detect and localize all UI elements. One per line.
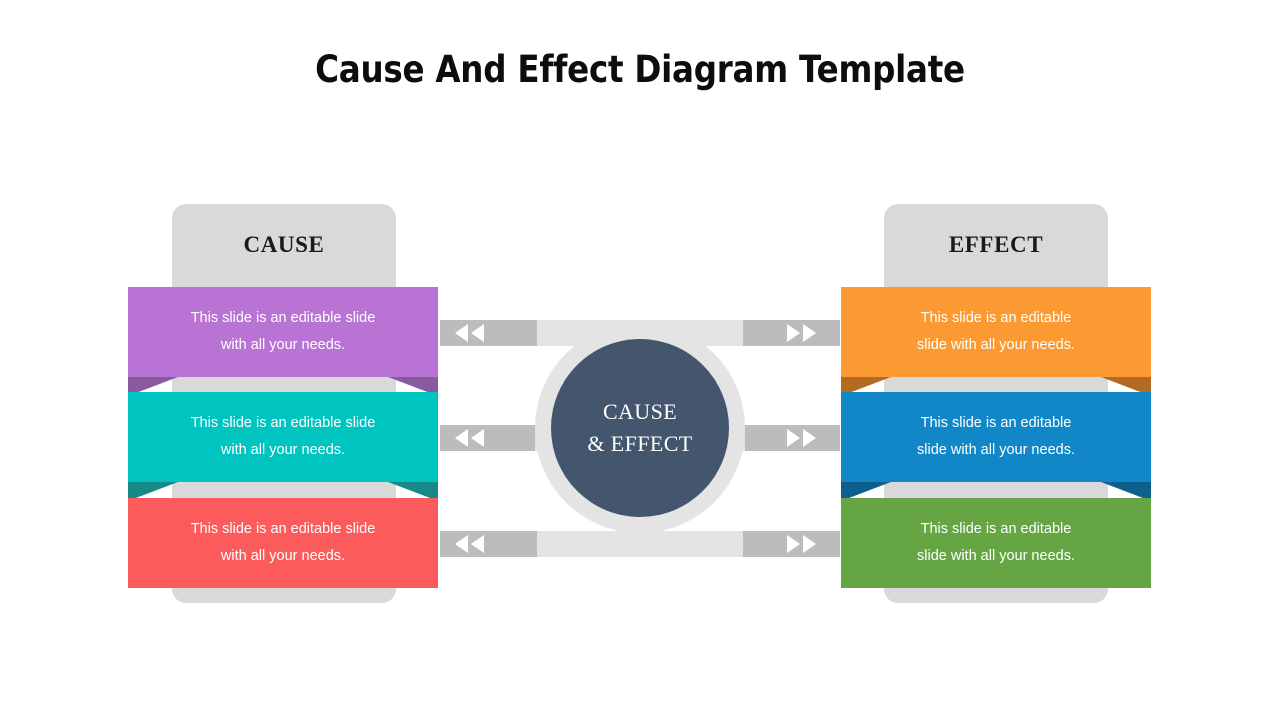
effect-item-3-text: This slide is an editable slide with all… <box>917 521 1075 564</box>
double-chevron-right-icon-row-2 <box>787 425 816 451</box>
slide-canvas: Cause And Effect Diagram Template CAUSE … <box>0 0 1280 720</box>
page-title: Cause And Effect Diagram Template <box>315 48 965 91</box>
cause-item-3-text: This slide is an editable slide with all… <box>190 521 376 564</box>
center-circle-line-1: CAUSE <box>602 399 678 425</box>
connector-ring-segment-row-3 <box>537 531 743 557</box>
cause-item-3[interactable]: This slide is an editable slide with all… <box>128 498 438 588</box>
double-chevron-right-icon-row-3 <box>787 531 816 557</box>
cause-panel-label: CAUSE <box>243 232 325 257</box>
cause-item-1-text: This slide is an editable slide with all… <box>190 310 376 353</box>
effect-item-3[interactable]: This slide is an editable slide with all… <box>841 498 1151 588</box>
double-chevron-left-icon-row-2 <box>455 425 484 451</box>
double-chevron-left-icon-row-3 <box>455 531 484 557</box>
cause-item-2[interactable]: This slide is an editable slide with all… <box>128 392 438 482</box>
center-circle: CAUSE & EFFECT <box>551 339 729 517</box>
cause-item-2-text: This slide is an editable slide with all… <box>190 415 376 458</box>
effect-item-1-text: This slide is an editable slide with all… <box>917 310 1075 353</box>
double-chevron-left-icon-row-1 <box>455 320 484 346</box>
double-chevron-right-icon-row-1 <box>787 320 816 346</box>
effect-item-1[interactable]: This slide is an editable slide with all… <box>841 287 1151 377</box>
center-circle-line-2: & EFFECT <box>587 431 693 456</box>
effect-item-2-text: This slide is an editable slide with all… <box>917 415 1075 458</box>
cause-item-1[interactable]: This slide is an editable slide with all… <box>128 287 438 377</box>
effect-item-2[interactable]: This slide is an editable slide with all… <box>841 392 1151 482</box>
effect-panel-label: EFFECT <box>948 232 1044 257</box>
